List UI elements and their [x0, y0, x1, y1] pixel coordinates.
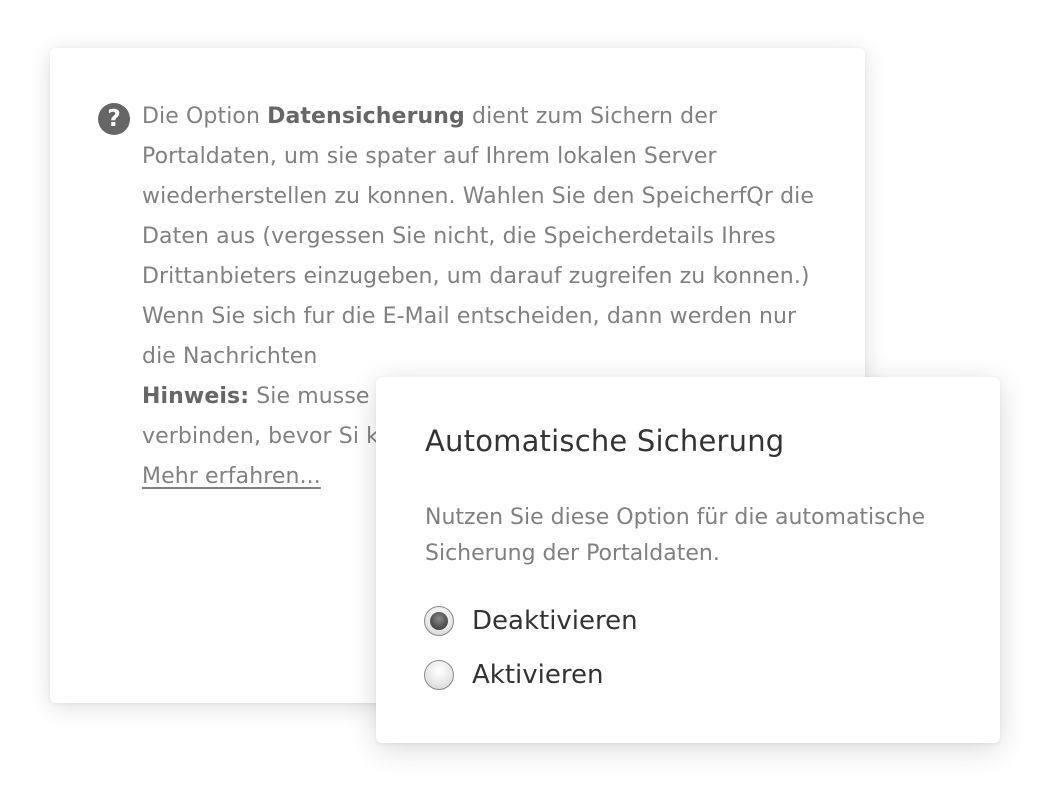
radio-button-deaktivieren[interactable]: [424, 606, 454, 636]
radio-label-aktivieren: Aktivieren: [472, 660, 604, 690]
learn-more-link[interactable]: Mehr erfahren...: [142, 464, 321, 489]
question-circle-icon: ?: [98, 103, 130, 135]
radio-selected-dot: [430, 612, 448, 630]
note-label: Hinweis:: [142, 384, 250, 409]
auto-backup-panel: Automatische Sicherung Nutzen Sie diese …: [376, 377, 1000, 743]
radio-option-deaktivieren[interactable]: Deaktivieren: [424, 606, 638, 636]
help-paragraph-email: Wenn Sie sich fur die E-Mail entscheiden…: [142, 304, 797, 369]
screen: ? Die Option Datensicherung dient zum Si…: [0, 0, 1050, 808]
radio-option-aktivieren[interactable]: Aktivieren: [424, 660, 603, 690]
auto-backup-description: Nutzen Sie diese Option für die automati…: [425, 505, 926, 566]
radio-button-aktivieren[interactable]: [424, 660, 454, 690]
radio-label-deaktivieren: Deaktivieren: [472, 606, 638, 636]
help-paragraph-intro: Die Option Datensicherung dient zum Sich…: [142, 104, 814, 289]
auto-backup-title: Automatische Sicherung: [425, 424, 785, 458]
datensicherung-term: Datensicherung: [267, 104, 465, 129]
